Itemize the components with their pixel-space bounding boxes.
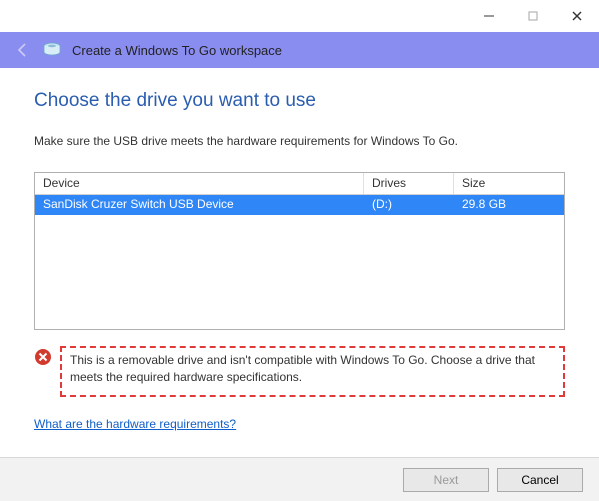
- cancel-button[interactable]: Cancel: [497, 468, 583, 492]
- maximize-button[interactable]: [511, 0, 555, 32]
- cell-device: SanDisk Cruzer Switch USB Device: [35, 195, 364, 215]
- window-titlebar: [0, 0, 599, 32]
- warning-area: This is a removable drive and isn't comp…: [34, 346, 565, 397]
- error-icon: [34, 348, 52, 366]
- content-area: Choose the drive you want to use Make su…: [0, 68, 599, 431]
- drive-icon: [42, 40, 62, 60]
- column-header-size[interactable]: Size: [454, 173, 564, 194]
- table-body: SanDisk Cruzer Switch USB Device (D:) 29…: [35, 195, 564, 329]
- page-instruction: Make sure the USB drive meets the hardwa…: [34, 134, 565, 148]
- table-row[interactable]: SanDisk Cruzer Switch USB Device (D:) 29…: [35, 195, 564, 215]
- cell-size: 29.8 GB: [454, 195, 564, 215]
- help-link[interactable]: What are the hardware requirements?: [34, 417, 236, 431]
- wizard-title: Create a Windows To Go workspace: [72, 43, 282, 58]
- cell-drives: (D:): [364, 195, 454, 215]
- close-button[interactable]: [555, 0, 599, 32]
- page-heading: Choose the drive you want to use: [34, 90, 565, 112]
- column-header-device[interactable]: Device: [35, 173, 364, 194]
- next-button[interactable]: Next: [403, 468, 489, 492]
- table-header: Device Drives Size: [35, 173, 564, 195]
- footer-buttons: Next Cancel: [0, 457, 599, 501]
- device-table: Device Drives Size SanDisk Cruzer Switch…: [34, 172, 565, 330]
- back-icon[interactable]: [14, 41, 32, 59]
- minimize-button[interactable]: [467, 0, 511, 32]
- wizard-header: Create a Windows To Go workspace: [0, 32, 599, 68]
- column-header-drives[interactable]: Drives: [364, 173, 454, 194]
- warning-text: This is a removable drive and isn't comp…: [60, 346, 565, 397]
